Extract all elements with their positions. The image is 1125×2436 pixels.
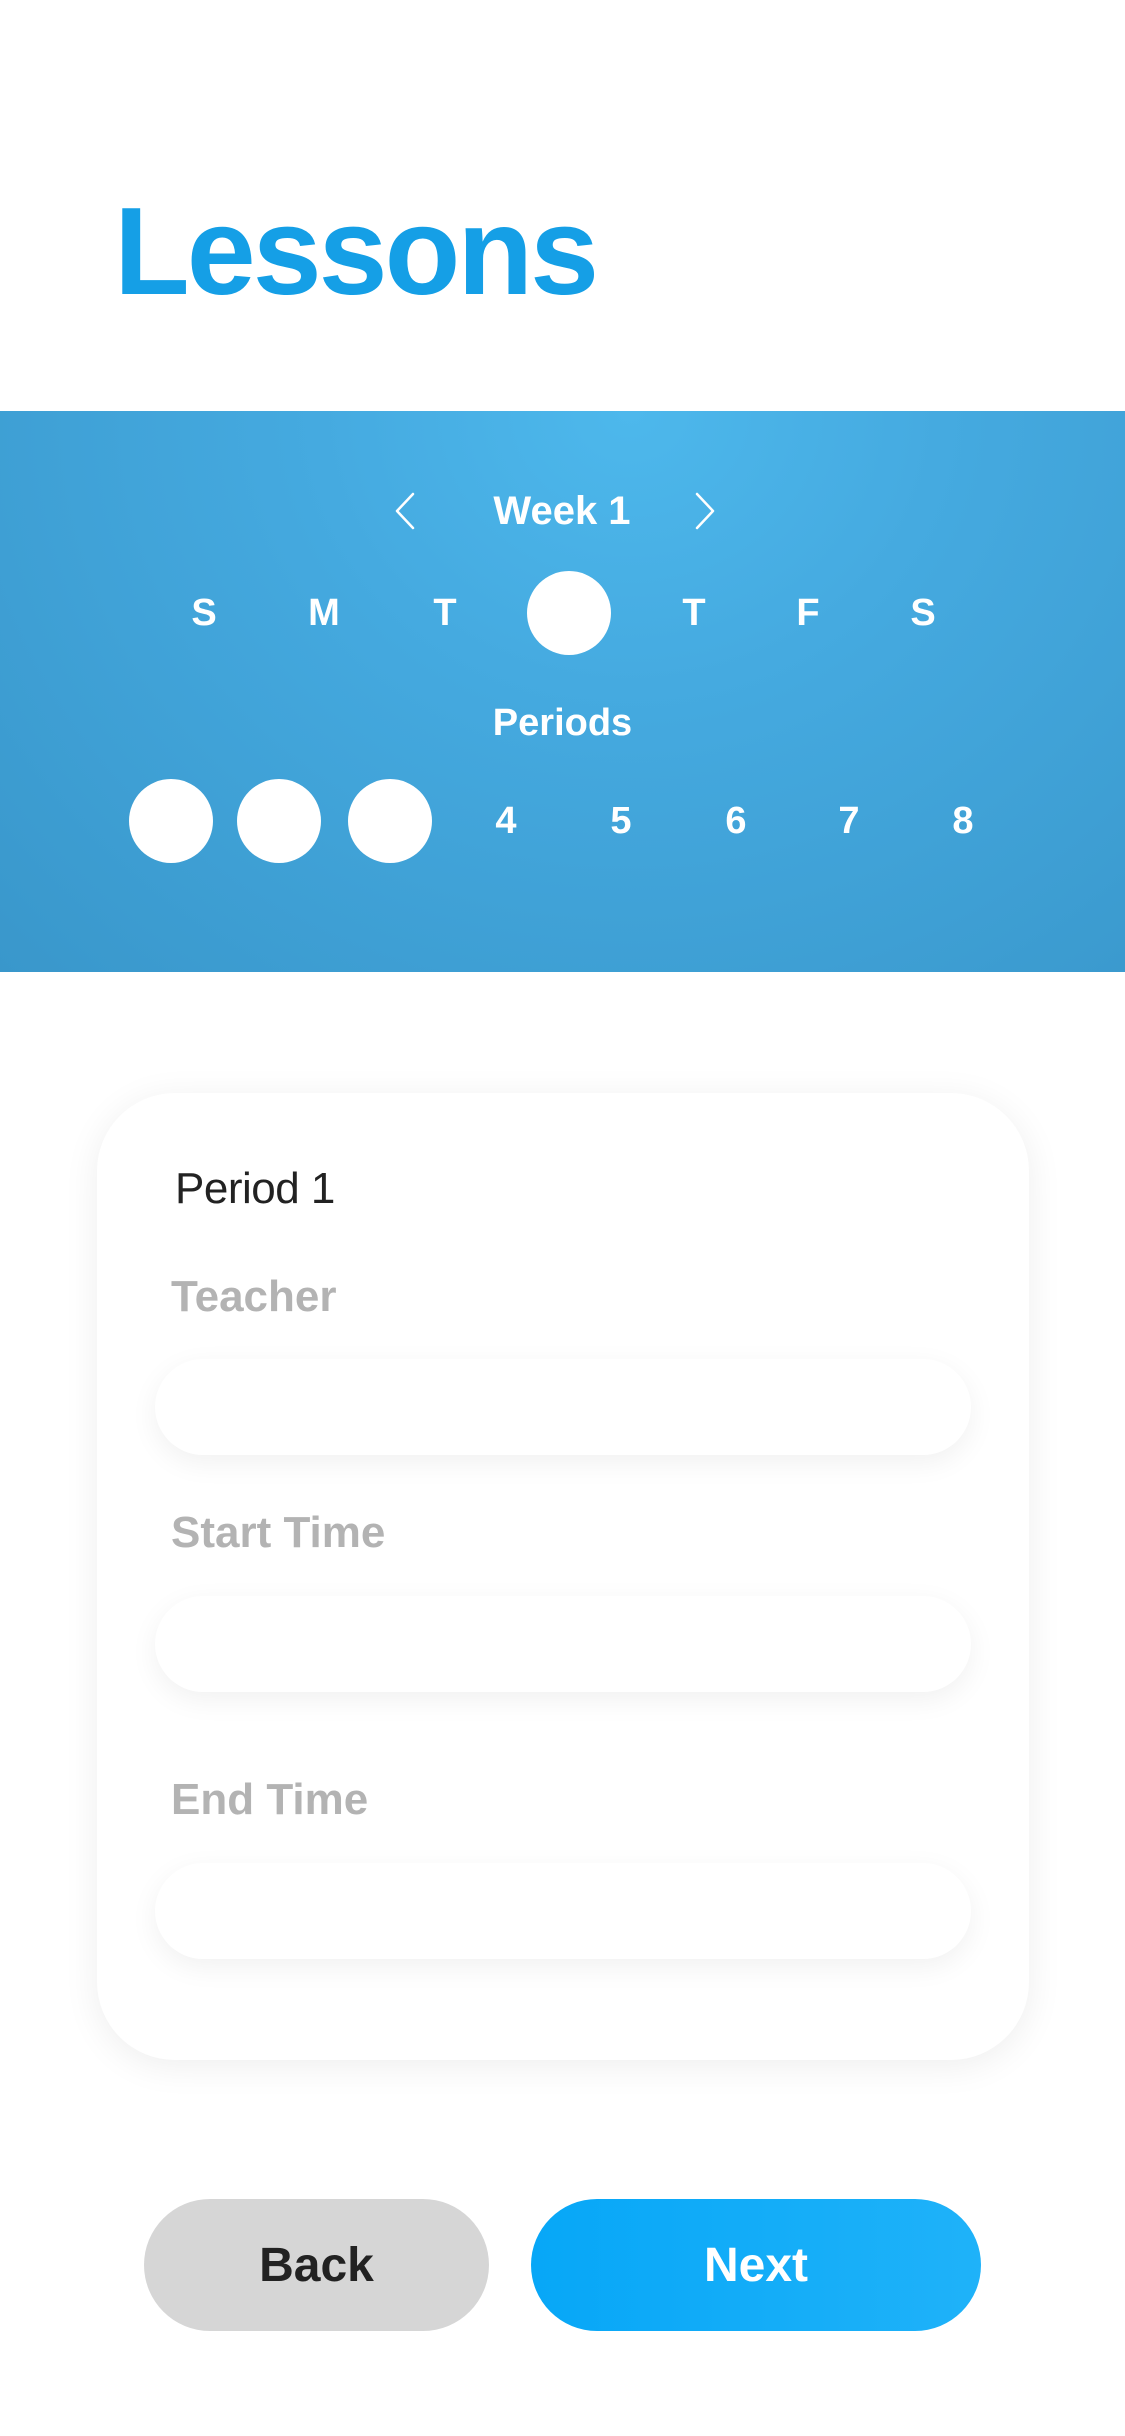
day-tuesday[interactable]: T [403, 571, 487, 655]
day-selector: S M T W T F S [0, 571, 1125, 661]
schedule-banner: Week 1 S M T W T F S Periods 1 2 3 4 5 6… [0, 411, 1125, 972]
day-saturday[interactable]: S [881, 571, 965, 655]
start-time-input[interactable] [155, 1596, 971, 1692]
day-thursday[interactable]: T [652, 571, 736, 655]
page-title: Lessons [114, 183, 599, 321]
period-8[interactable]: 8 [921, 779, 1005, 863]
period-1[interactable]: 1 [129, 779, 213, 863]
day-friday[interactable]: F [766, 571, 850, 655]
week-selector: Week 1 [0, 471, 1125, 551]
teacher-input[interactable] [155, 1359, 971, 1455]
chevron-right-icon[interactable] [680, 486, 730, 536]
period-3[interactable]: 3 [348, 779, 432, 863]
period-5[interactable]: 5 [579, 779, 663, 863]
period-7[interactable]: 7 [807, 779, 891, 863]
period-6[interactable]: 6 [694, 779, 778, 863]
period-selector: 1 2 3 4 5 6 7 8 [0, 779, 1125, 869]
period-2[interactable]: 2 [237, 779, 321, 863]
day-wednesday[interactable]: W [527, 571, 611, 655]
next-button[interactable]: Next [531, 2199, 981, 2331]
day-sunday[interactable]: S [162, 571, 246, 655]
periods-label: Periods [492, 702, 633, 744]
period-form-card: Period 1 Teacher Start Time End Time [97, 1093, 1029, 2060]
end-time-label: End Time [171, 1775, 369, 1824]
week-label: Week 1 [493, 489, 631, 533]
teacher-label: Teacher [171, 1272, 337, 1321]
start-time-label: Start Time [171, 1508, 386, 1557]
period-title: Period 1 [175, 1164, 335, 1213]
period-4[interactable]: 4 [464, 779, 548, 863]
day-monday[interactable]: M [282, 571, 366, 655]
back-button[interactable]: Back [144, 2199, 489, 2331]
end-time-input[interactable] [155, 1863, 971, 1959]
